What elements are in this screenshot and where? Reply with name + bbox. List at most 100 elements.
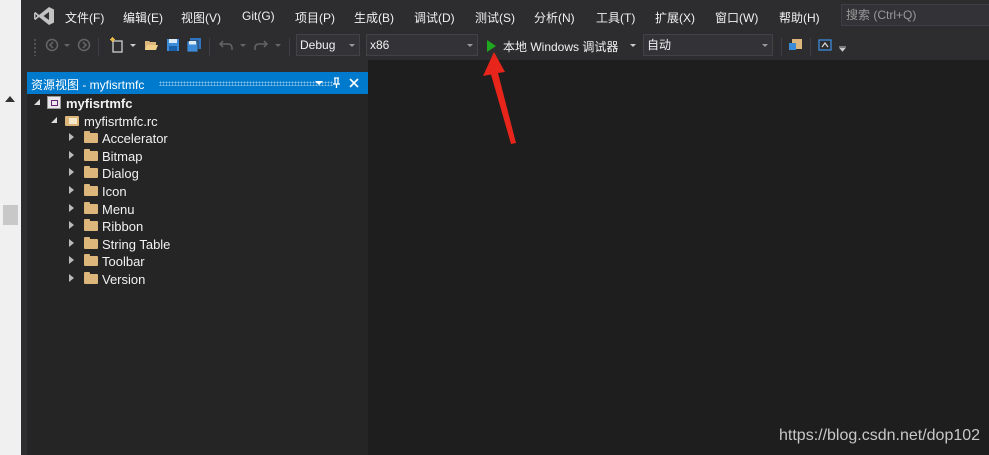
tree-item-rc-file[interactable]: myfisrtmfc.rc — [27, 113, 368, 130]
close-icon[interactable] — [349, 78, 359, 88]
dropdown-arrow-icon[interactable] — [240, 44, 246, 48]
navigate-forward-icon[interactable] — [77, 38, 91, 52]
menu-tools[interactable]: 工具(T) — [596, 9, 635, 26]
collapsed-icon[interactable] — [69, 151, 74, 159]
tree-label: Menu — [102, 202, 135, 217]
tree-label: Dialog — [102, 166, 139, 181]
collapsed-icon[interactable] — [69, 239, 74, 247]
folder-icon — [84, 219, 98, 231]
scroll-up-icon[interactable] — [5, 96, 15, 102]
collapsed-icon[interactable] — [69, 204, 74, 212]
tree-label: Icon — [102, 184, 127, 199]
browser-link-icon[interactable] — [818, 38, 832, 52]
collapsed-icon[interactable] — [69, 256, 74, 264]
tree-item-menu[interactable]: Menu — [27, 201, 368, 218]
tree-item-toolbar[interactable]: Toolbar — [27, 253, 368, 270]
title-bar-grip — [159, 81, 333, 86]
platform-dropdown[interactable]: x86 — [366, 34, 478, 56]
menu-project[interactable]: 项目(P) — [295, 9, 335, 26]
left-edge-strip — [0, 0, 21, 455]
window-position-icon[interactable] — [315, 81, 323, 86]
chevron-down-icon — [762, 44, 768, 47]
menu-test[interactable]: 测试(S) — [475, 9, 515, 26]
toolbar-grip[interactable] — [33, 38, 37, 56]
folder-icon — [84, 131, 98, 143]
annotation-arrow-icon — [483, 52, 516, 144]
collapsed-icon[interactable] — [69, 168, 74, 176]
debug-target-dropdown[interactable]: 自动 — [643, 34, 773, 56]
chevron-down-icon — [349, 44, 355, 47]
watermark: https://blog.csdn.net/dop102 — [779, 427, 981, 444]
menu-extensions[interactable]: 扩展(X) — [655, 9, 695, 26]
pin-icon[interactable] — [332, 77, 341, 89]
toolbar-separator — [781, 38, 782, 56]
collapsed-icon[interactable] — [69, 133, 74, 141]
tree-label: Accelerator — [102, 131, 168, 146]
tree-item-version[interactable]: Version — [27, 271, 368, 288]
menu-window[interactable]: 窗口(W) — [715, 9, 758, 26]
navigate-back-icon[interactable] — [45, 38, 59, 52]
folder-icon — [84, 166, 98, 178]
configuration-value: Debug — [300, 38, 336, 52]
resource-file-icon — [65, 116, 79, 126]
tree-item-project[interactable]: myfisrtmfc — [27, 95, 368, 112]
folder-icon — [84, 149, 98, 161]
tree-label: Bitmap — [102, 149, 143, 164]
tree-item-ribbon[interactable]: Ribbon — [27, 218, 368, 235]
menu-debug[interactable]: 调试(D) — [414, 9, 455, 26]
tree-label-rc-file: myfisrtmfc.rc — [84, 114, 158, 129]
menu-analyze[interactable]: 分析(N) — [534, 9, 575, 26]
folder-icon — [84, 272, 98, 284]
save-all-icon[interactable] — [186, 38, 202, 53]
menu-help[interactable]: 帮助(H) — [779, 9, 820, 26]
tree-label: String Table — [102, 237, 171, 252]
resource-view-title-bar[interactable]: 资源视图 - myfisrtmfc — [27, 72, 368, 94]
toolbar-overflow-icon[interactable] — [839, 46, 846, 52]
tree-item-icon[interactable]: Icon — [27, 183, 368, 200]
resource-view-panel: 资源视图 - myfisrtmfc myfisrtmfc myfisrtmfc.… — [27, 72, 368, 455]
tree-label-project: myfisrtmfc — [66, 96, 133, 111]
folder-icon — [84, 237, 98, 249]
folder-icon — [84, 184, 98, 196]
search-box[interactable]: 搜索 (Ctrl+Q) — [841, 4, 989, 26]
menu-git[interactable]: Git(G) — [242, 9, 275, 23]
debug-target-value: 自动 — [647, 38, 672, 52]
menu-file[interactable]: 文件(F) — [65, 9, 104, 26]
tree-item-accelerator[interactable]: Accelerator — [27, 130, 368, 147]
dropdown-arrow-icon[interactable] — [630, 44, 636, 48]
configuration-dropdown[interactable]: Debug — [296, 34, 360, 56]
expanded-icon[interactable] — [34, 99, 40, 105]
undo-icon[interactable] — [219, 38, 233, 52]
dropdown-arrow-icon[interactable] — [64, 44, 70, 48]
collapsed-icon[interactable] — [69, 274, 74, 282]
tree-item-bitmap[interactable]: Bitmap — [27, 148, 368, 165]
menu-view[interactable]: 视图(V) — [181, 9, 221, 26]
folder-icon — [84, 254, 98, 266]
visual-studio-logo-icon — [34, 7, 54, 25]
dropdown-arrow-icon[interactable] — [130, 44, 136, 48]
tree-item-string-table[interactable]: String Table — [27, 236, 368, 253]
editor-area — [368, 60, 989, 455]
redo-icon[interactable] — [254, 38, 268, 52]
toolbar-separator — [98, 38, 99, 56]
folder-icon — [84, 202, 98, 214]
menu-edit[interactable]: 编辑(E) — [123, 9, 163, 26]
tree-item-dialog[interactable]: Dialog — [27, 165, 368, 182]
menu-build[interactable]: 生成(B) — [354, 9, 394, 26]
tree-label: Version — [102, 272, 146, 287]
open-file-icon[interactable] — [144, 38, 159, 52]
new-project-icon[interactable] — [110, 37, 125, 53]
dropdown-arrow-icon[interactable] — [275, 44, 281, 48]
platform-value: x86 — [370, 38, 390, 52]
save-icon[interactable] — [166, 38, 180, 52]
toolbar-separator — [209, 38, 210, 56]
expanded-icon[interactable] — [51, 117, 57, 123]
tree-label: Ribbon — [102, 219, 144, 234]
chevron-down-icon — [467, 44, 473, 47]
collapsed-icon[interactable] — [69, 186, 74, 194]
find-in-files-icon[interactable] — [788, 38, 803, 52]
tree-label: Toolbar — [102, 254, 145, 269]
scroll-thumb[interactable] — [3, 205, 18, 225]
collapsed-icon[interactable] — [69, 221, 74, 229]
panel-title: 资源视图 - myfisrtmfc — [31, 78, 145, 92]
